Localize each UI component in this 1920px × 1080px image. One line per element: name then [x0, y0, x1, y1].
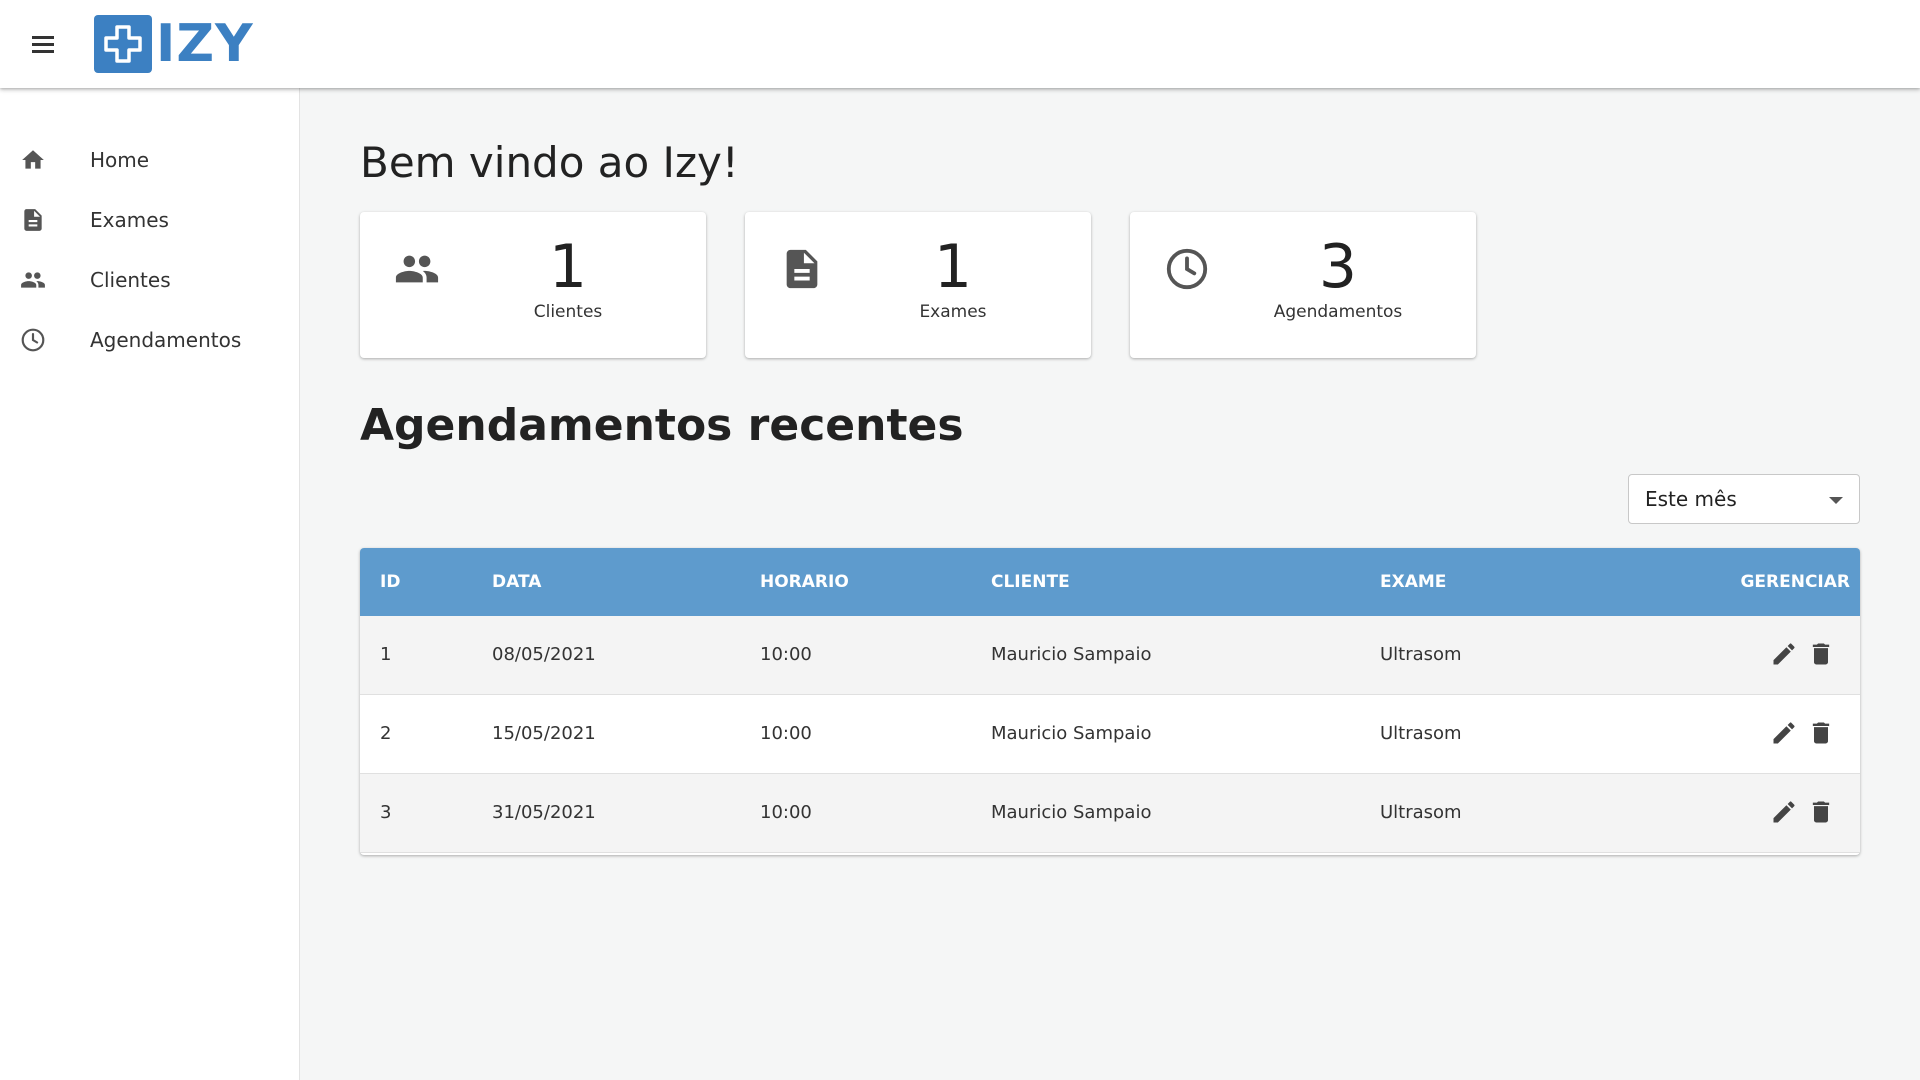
edit-icon[interactable]	[1770, 719, 1798, 747]
edit-icon[interactable]	[1770, 798, 1798, 826]
stat-card-agendamentos[interactable]: 3 Agendamentos	[1130, 212, 1476, 358]
cell-exame: Ultrasom	[1380, 723, 1462, 744]
cell-data: 15/05/2021	[492, 723, 596, 744]
table-header: ID DATA HORARIO CLIENTE EXAME GERENCIAR	[360, 548, 1860, 616]
cell-data: 31/05/2021	[492, 802, 596, 823]
logo[interactable]: IZY	[94, 15, 254, 73]
sidebar: Home Exames Clientes Agendamentos	[0, 88, 300, 1080]
cell-horario: 10:00	[760, 644, 812, 665]
table-row: 3 31/05/2021 10:00 Mauricio Sampaio Ultr…	[360, 774, 1860, 853]
column-header-exame[interactable]: EXAME	[1380, 572, 1446, 592]
table-row: 2 15/05/2021 10:00 Mauricio Sampaio Ultr…	[360, 695, 1860, 774]
cell-id: 3	[380, 802, 392, 823]
column-header-horario[interactable]: HORARIO	[760, 572, 849, 592]
cell-exame: Ultrasom	[1380, 644, 1462, 665]
stat-value: 1	[548, 232, 588, 302]
stat-label: Clientes	[533, 302, 603, 322]
stat-card-exames[interactable]: 1 Exames	[745, 212, 1091, 358]
column-header-cliente[interactable]: CLIENTE	[991, 572, 1070, 592]
edit-icon[interactable]	[1770, 640, 1798, 668]
cell-horario: 10:00	[760, 802, 812, 823]
sidebar-item-clientes[interactable]: Clientes	[0, 250, 299, 310]
delete-icon[interactable]	[1807, 640, 1835, 668]
section-title: Agendamentos recentes	[360, 400, 964, 451]
document-icon	[24, 209, 42, 231]
column-header-id[interactable]: ID	[380, 572, 400, 592]
sidebar-item-agendamentos[interactable]: Agendamentos	[0, 310, 299, 370]
cell-cliente: Mauricio Sampaio	[991, 802, 1152, 823]
column-header-data[interactable]: DATA	[492, 572, 541, 592]
sidebar-item-exames[interactable]: Exames	[0, 190, 299, 250]
delete-icon[interactable]	[1807, 798, 1835, 826]
logo-text: IZY	[156, 14, 254, 74]
app-bar: IZY	[0, 0, 1920, 88]
dropdown-arrow-icon	[1829, 497, 1843, 504]
sidebar-item-label: Exames	[90, 208, 169, 232]
people-icon	[21, 272, 45, 288]
period-select[interactable]: Este mês	[1628, 474, 1860, 524]
cell-id: 2	[380, 723, 392, 744]
appointments-table: ID DATA HORARIO CLIENTE EXAME GERENCIAR …	[360, 548, 1860, 855]
cell-cliente: Mauricio Sampaio	[991, 723, 1152, 744]
page-title: Bem vindo ao Izy!	[360, 138, 739, 187]
column-header-gerenciar: GERENCIAR	[1740, 572, 1850, 592]
cell-exame: Ultrasom	[1380, 802, 1462, 823]
sidebar-item-label: Agendamentos	[90, 328, 242, 352]
stat-label: Exames	[919, 302, 987, 322]
cell-data: 08/05/2021	[492, 644, 596, 665]
medical-cross-icon	[94, 15, 152, 73]
stat-value: 3	[1318, 232, 1358, 302]
delete-icon[interactable]	[1807, 719, 1835, 747]
sidebar-item-label: Clientes	[90, 268, 171, 292]
sidebar-item-home[interactable]: Home	[0, 130, 299, 190]
table-row: 1 08/05/2021 10:00 Mauricio Sampaio Ultr…	[360, 616, 1860, 695]
menu-icon[interactable]	[28, 30, 62, 58]
cell-id: 1	[380, 644, 392, 665]
stat-label: Agendamentos	[1273, 302, 1403, 322]
period-select-value: Este mês	[1645, 487, 1737, 511]
cell-horario: 10:00	[760, 723, 812, 744]
stat-card-clientes[interactable]: 1 Clientes	[360, 212, 706, 358]
stat-value: 1	[933, 232, 973, 302]
home-icon	[22, 150, 44, 169]
cell-cliente: Mauricio Sampaio	[991, 644, 1152, 665]
sidebar-item-label: Home	[90, 148, 150, 172]
clock-icon	[21, 328, 45, 352]
